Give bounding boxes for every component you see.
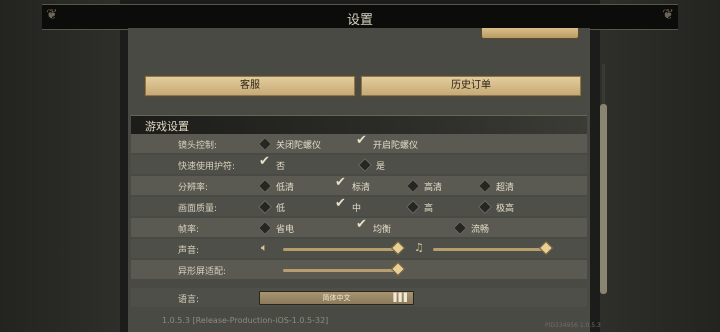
diamond-icon	[477, 178, 493, 194]
diamond-icon	[257, 136, 273, 152]
diamond-icon	[257, 178, 273, 194]
music-slider[interactable]	[433, 248, 545, 251]
camera-label: 镜头控制:	[178, 141, 218, 151]
diamond-icon	[257, 199, 273, 215]
section-header: 游戏设置	[131, 115, 587, 134]
scrollbar-thumb[interactable]	[600, 104, 607, 294]
fps-label: 帧率:	[178, 225, 200, 235]
row-quality: 画面质量: 低 ✔ 中 高 极高	[131, 197, 587, 216]
sfx-slider-knob[interactable]	[390, 240, 406, 256]
title-bar: ❦ 设置 ❦	[42, 4, 678, 30]
speaker-icon: 🔈︎	[261, 241, 268, 254]
diamond-icon	[452, 220, 468, 236]
page-title: 设置	[346, 13, 373, 28]
diamond-icon	[477, 199, 493, 215]
checkmark-icon: ✔	[259, 154, 270, 169]
row-sound: 声音: 🔈︎ ♫	[131, 239, 587, 258]
diamond-icon	[405, 199, 421, 215]
top-tab-button[interactable]	[481, 28, 579, 39]
row-fps: 帧率: 省电 ✔ 均衡 流畅	[131, 218, 587, 237]
row-camera: 镜头控制: 关闭陀螺仪 ✔ 开启陀螺仪	[131, 134, 587, 153]
language-select[interactable]: 简体中文 ▌▌▌	[259, 291, 414, 305]
charm-label: 快速使用护符:	[178, 162, 236, 172]
music-note-icon: ♫	[414, 241, 424, 254]
ornament-right-icon: ❦	[662, 7, 674, 23]
row-charm: 快速使用护符: ✔ 否 是	[131, 155, 587, 174]
bars-icon: ▌▌▌	[393, 293, 411, 302]
order-history-button[interactable]: 历史订单	[360, 75, 582, 97]
sound-label: 声音:	[178, 246, 200, 256]
background-left	[0, 0, 120, 332]
background-right	[600, 0, 720, 332]
quality-label: 画面质量:	[178, 204, 218, 214]
row-notch: 异形屏适配:	[131, 260, 587, 279]
checkmark-icon: ✔	[335, 175, 346, 190]
checkmark-icon: ✔	[356, 133, 367, 148]
language-label: 语言:	[178, 295, 200, 305]
notch-slider-knob[interactable]	[390, 261, 406, 277]
customer-service-button[interactable]: 客服	[144, 75, 356, 97]
section-title: 游戏设置	[145, 120, 189, 133]
checkmark-icon: ✔	[335, 196, 346, 211]
version-text: 1.0.5.3 [Release-Production-iOS-1.0.5-32…	[162, 316, 329, 325]
build-id-text: PID334956 1.0.5.3	[545, 322, 601, 329]
notch-label: 异形屏适配:	[178, 267, 227, 277]
music-slider-knob[interactable]	[538, 240, 554, 256]
language-value: 简体中文	[322, 294, 351, 302]
notch-slider[interactable]	[283, 269, 397, 272]
sfx-slider[interactable]	[283, 248, 397, 251]
diamond-icon	[257, 220, 273, 236]
diamond-icon	[405, 178, 421, 194]
diamond-icon	[357, 157, 373, 173]
checkmark-icon: ✔	[356, 217, 367, 232]
row-resolution: 分辨率: 低清 ✔ 标清 高清 超清	[131, 176, 587, 195]
resolution-label: 分辨率:	[178, 183, 209, 193]
